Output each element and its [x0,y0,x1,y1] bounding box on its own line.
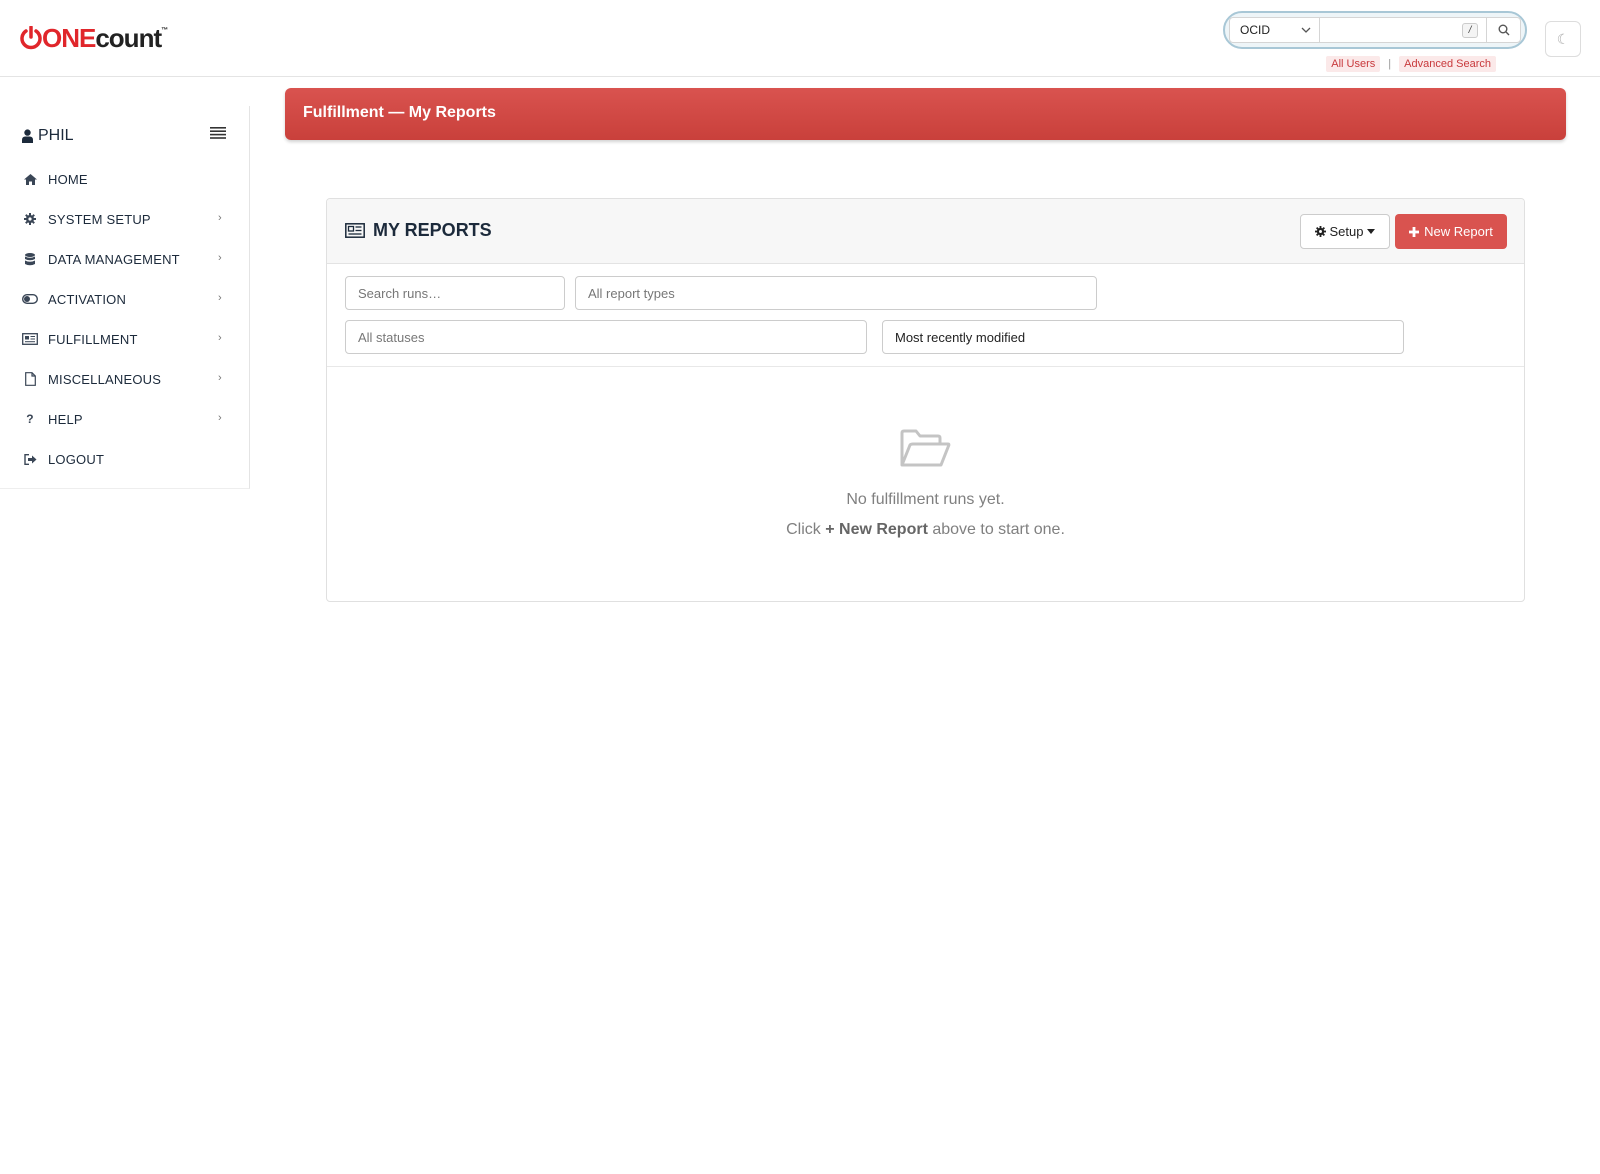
panel-title: MY REPORTS [345,220,492,241]
toggle-icon [22,291,38,307]
sidebar-item-label: MISCELLANEOUS [48,371,162,387]
report-type-value: All report types [588,285,675,301]
chevron-right-icon: › [218,412,222,424]
sidebar-nav: HOME SYSTEM SETUP › DATA MANAGEMENT › AC… [0,159,250,479]
search-runs-placeholder: Search runs… [358,285,442,301]
sidebar-item-fulfillment[interactable]: FULFILLMENT › [0,319,250,359]
all-users-link[interactable]: All Users [1326,56,1381,72]
chevron-right-icon: › [218,292,222,304]
page-title: Fulfillment — My Reports [303,104,496,121]
panel-header: MY REPORTS Setup New Report [327,199,1524,264]
sidebar-item-label: HELP [48,411,83,427]
chevron-right-icon: › [218,332,222,344]
status-value: All statuses [358,329,425,345]
search-box: OCID / [1229,17,1521,43]
user-name: PHIL [38,127,74,144]
report-type-select[interactable]: All report types [575,276,1097,310]
empty-message: No fulfillment runs yet. [846,491,1005,508]
sidebar-item-label: LOGOUT [48,451,105,467]
logo-count: count [95,23,162,53]
sidebar-item-help[interactable]: ? HELP › [0,399,250,439]
plus-icon [1409,226,1420,237]
sort-select[interactable]: Most recently modified [882,320,1404,354]
sidebar-item-activation[interactable]: ACTIVATION › [0,279,250,319]
file-icon [22,371,38,387]
setup-dropdown-button[interactable]: Setup [1300,214,1390,249]
power-icon [20,26,42,50]
global-search: OCID / [1223,11,1527,49]
home-icon [22,171,38,187]
keyboard-shortcut-hint: / [1462,23,1478,38]
user-menu[interactable]: PHIL [22,127,74,145]
setup-label: Setup [1329,224,1364,239]
gear-icon [1314,226,1326,237]
panel-title-text: MY REPORTS [373,220,492,240]
sidebar-item-label: FULFILLMENT [48,331,138,347]
chevron-down-icon [1301,27,1311,33]
sidebar-item-logout[interactable]: LOGOUT [0,439,250,479]
sign-out-icon [22,451,38,467]
sidebar-item-miscellaneous[interactable]: MISCELLANEOUS › [0,359,250,399]
top-bar: ONE count ™ OCID / All Users | Advanced … [0,0,1600,77]
search-links: All Users | Advanced Search [1326,56,1496,72]
search-runs-input[interactable]: Search runs… [345,276,565,310]
logo-one: ONE [42,23,96,53]
menu-icon [210,127,226,139]
user-icon [22,129,33,143]
search-type-select[interactable]: OCID [1230,18,1320,42]
chevron-right-icon: › [218,252,222,264]
advanced-search-link[interactable]: Advanced Search [1399,56,1496,72]
new-report-label: New Report [1424,224,1493,239]
empty-hint-suffix: above to start one. [927,521,1065,538]
empty-hint: Click + New Report above to start one. [327,521,1524,539]
sidebar: PHIL HOME SYSTEM SETUP › DATA MANAGEMENT… [0,106,250,489]
theme-toggle-button[interactable]: ☾ [1545,21,1581,57]
status-select[interactable]: All statuses [345,320,867,354]
search-icon [1498,24,1509,36]
sidebar-item-label: SYSTEM SETUP [48,211,151,227]
logo-trademark: ™ [161,27,169,34]
newspaper-icon [345,223,365,238]
sidebar-toggle-button[interactable] [210,126,226,144]
chevron-right-icon: › [218,372,222,384]
database-icon [22,251,38,267]
search-type-value: OCID [1240,23,1270,37]
gear-icon [22,211,38,227]
sidebar-item-label: HOME [48,171,88,187]
sidebar-item-label: DATA MANAGEMENT [48,251,180,267]
newspaper-icon [22,331,38,347]
chevron-right-icon: › [218,212,222,224]
moon-icon: ☾ [1556,30,1570,47]
empty-hint-action: + New Report [825,521,928,538]
sort-value: Most recently modified [895,329,1026,345]
empty-hint-prefix: Click [786,521,826,538]
question-icon: ? [26,412,34,426]
page-header-banner: Fulfillment — My Reports [285,88,1566,140]
onecount-logo[interactable]: ONE count ™ [20,24,168,52]
empty-state: No fulfillment runs yet. Click + New Rep… [327,367,1524,600]
search-input[interactable]: / [1320,18,1486,42]
search-links-separator: | [1388,58,1392,70]
filter-bar: Search runs… All report types All status… [327,264,1524,367]
sidebar-item-home[interactable]: HOME [0,159,250,199]
search-button[interactable] [1486,18,1520,42]
new-report-button[interactable]: New Report [1395,214,1507,249]
my-reports-panel: MY REPORTS Setup New Report Search runs…… [326,198,1525,602]
folder-open-icon [900,429,951,467]
caret-down-icon [1367,229,1376,234]
sidebar-item-label: ACTIVATION [48,291,127,307]
sidebar-item-system-setup[interactable]: SYSTEM SETUP › [0,199,250,239]
sidebar-item-data-management[interactable]: DATA MANAGEMENT › [0,239,250,279]
